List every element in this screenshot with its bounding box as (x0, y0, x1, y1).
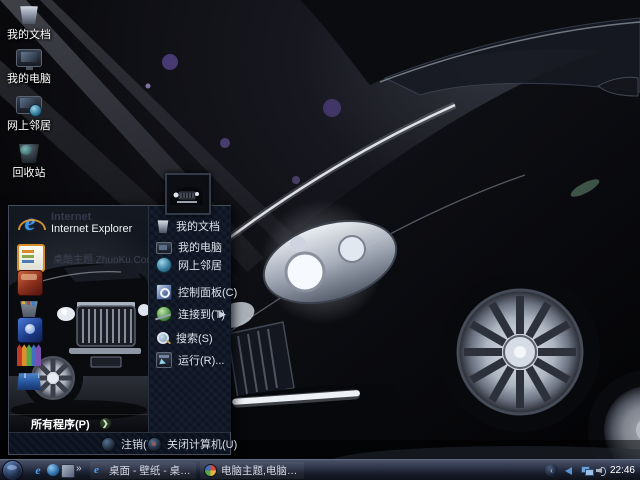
theme-pinwheel-icon (204, 464, 217, 477)
start-menu-control-panel[interactable]: 控制面板(C) (156, 284, 228, 300)
my-computer-icon (156, 242, 172, 254)
menu-item-label: 控制面板(C) (178, 284, 237, 300)
submenu-arrow-icon: ▶ (219, 309, 226, 320)
internet-explorer-icon: e (17, 210, 43, 236)
user-avatar[interactable] (165, 173, 211, 215)
start-menu-item-theme-site[interactable]: 桌酷主题 ZhuoKu.Com (17, 244, 148, 272)
start-menu-item-app-7[interactable] (17, 366, 49, 390)
theme-site-icon (17, 244, 45, 272)
start-menu-footer: 注销(L) 关闭计算机(U) (9, 432, 230, 454)
my-computer-icon (16, 46, 42, 70)
menu-item-label: 我的电脑 (178, 239, 222, 255)
search-icon (156, 331, 170, 345)
recycle-bin-icon (16, 140, 42, 164)
my-documents-icon (156, 219, 170, 233)
pinned-item-label: 桌酷主题 ZhuoKu.Com (53, 251, 148, 266)
tray-collapse-chevron[interactable]: ‹ (545, 464, 558, 477)
run-icon (156, 352, 172, 368)
start-menu-connect-to[interactable]: 连接到(T) ▶ (156, 306, 228, 322)
menu-item-label: 运行(R)... (178, 352, 224, 368)
desktop-icon-label: 我的电脑 (7, 73, 51, 85)
desktop-icon-label: 网上邻居 (7, 120, 51, 132)
my-documents-icon (16, 2, 42, 26)
log-off-icon (101, 437, 116, 452)
start-menu-right-column: 我的文档 我的电脑 网上邻居 控制面板(C) 连接到(T) ▶ (148, 206, 231, 432)
all-programs-arrow-icon: ❯ (100, 418, 111, 429)
pinned-item-title: Internet (51, 211, 132, 223)
internet-explorer-icon: e (94, 465, 105, 476)
network-places-icon (156, 257, 172, 273)
pencil-cup-app-icon (17, 294, 41, 318)
turn-off-computer-button[interactable]: 关闭计算机(U) (147, 436, 237, 452)
start-menu-left-column: e Internet Internet Explorer 桌酷主题 ZhuoKu… (9, 206, 148, 432)
quick-launch-browser-globe-icon[interactable] (47, 464, 59, 476)
desktop-icon-my-documents[interactable]: 我的文档 (2, 2, 56, 41)
quick-launch-show-desktop-icon[interactable] (61, 464, 75, 478)
all-programs-label: 所有程序(P) (31, 416, 90, 432)
desktop-icon-my-computer[interactable]: 我的电脑 (2, 46, 56, 85)
start-menu-search[interactable]: 搜索(S) (156, 330, 228, 346)
connect-to-icon (156, 306, 172, 322)
desktop-icon-recycle-bin[interactable]: 回收站 (2, 140, 56, 179)
control-panel-icon (156, 284, 172, 300)
red-box-app-icon (17, 270, 43, 296)
start-menu-run[interactable]: 运行(R)... (156, 352, 228, 368)
power-icon (147, 437, 162, 452)
menu-item-label: 连接到(T) (178, 306, 225, 322)
network-icon[interactable] (581, 466, 592, 475)
start-menu-item-app-4[interactable] (17, 294, 49, 318)
taskbar: e » e 桌面 - 壁纸 - 桌酷壁... 电脑主题,电脑主题... ‹ 22… (0, 459, 640, 480)
blue-player-app-icon (17, 317, 43, 343)
menu-item-label: 搜索(S) (176, 330, 213, 346)
start-menu-item-app-5[interactable] (17, 317, 51, 343)
task-button-label: 桌面 - 壁纸 - 桌酷壁... (109, 463, 192, 478)
volume-icon[interactable] (596, 466, 606, 475)
network-places-icon (16, 93, 42, 117)
menu-item-label: 网上邻居 (178, 257, 222, 273)
system-tray: ‹ 22:46 (550, 460, 640, 480)
blue-bag-app-icon (17, 366, 41, 390)
start-menu-my-computer[interactable]: 我的电脑 (156, 239, 228, 255)
start-menu: e Internet Internet Explorer 桌酷主题 ZhuoKu… (8, 205, 231, 455)
menu-item-label: 我的文档 (176, 218, 220, 234)
task-button-label: 电脑主题,电脑主题... (221, 463, 300, 478)
start-menu-item-app-6[interactable] (17, 342, 49, 366)
desktop-icon-label: 回收站 (13, 167, 46, 179)
task-button-theme-page[interactable]: 电脑主题,电脑主题... (200, 462, 304, 479)
desktop-icon-network-places[interactable]: 网上邻居 (2, 93, 56, 132)
start-menu-columns: e Internet Internet Explorer 桌酷主题 ZhuoKu… (9, 206, 230, 432)
start-menu-item-internet-explorer[interactable]: e Internet Internet Explorer (17, 210, 132, 236)
start-menu-my-documents[interactable]: 我的文档 (156, 218, 228, 234)
quick-launch-overflow-chevron[interactable]: » (76, 463, 82, 474)
all-programs-button[interactable]: 所有程序(P) ❯ (9, 414, 148, 432)
start-menu-item-app-3[interactable] (17, 270, 51, 296)
pinned-item-label: Internet Explorer (51, 223, 132, 235)
start-button[interactable] (2, 460, 23, 480)
turn-off-label: 关闭计算机(U) (167, 436, 237, 452)
desktop-screen: 我的文档 我的电脑 网上邻居 回收站 (0, 0, 640, 480)
back-arrow-icon[interactable] (561, 467, 572, 475)
taskbar-clock[interactable]: 22:46 (610, 465, 635, 476)
start-menu-network-places[interactable]: 网上邻居 (156, 257, 228, 273)
desktop-icon-label: 我的文档 (7, 29, 51, 41)
task-button-wallpaper-page[interactable]: e 桌面 - 壁纸 - 桌酷壁... (90, 462, 196, 479)
crayons-app-icon (17, 342, 41, 366)
quick-launch-internet-explorer-icon[interactable]: e (32, 464, 44, 476)
